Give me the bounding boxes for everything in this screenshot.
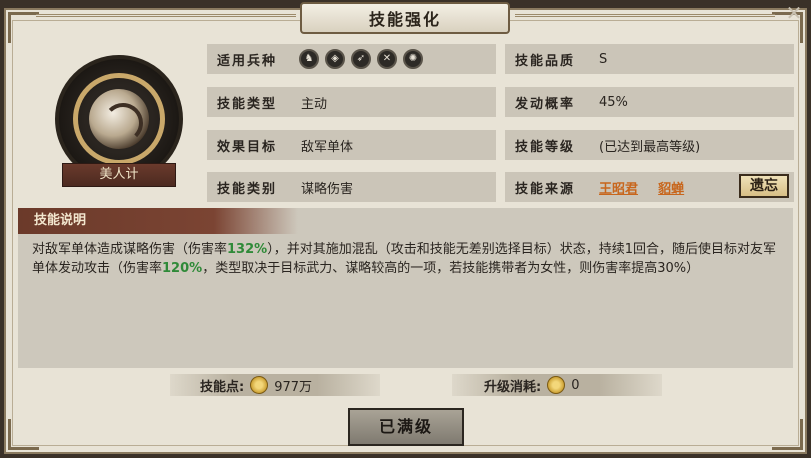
forget-button[interactable]: 遗忘 (739, 174, 789, 198)
skill-category-label: 技能类别 (217, 181, 278, 197)
skill-level-row: 技能等级 (已达到最高等级) (505, 130, 794, 160)
upgrade-cost-bar: 升级消耗: 0 (452, 374, 662, 396)
swirl-icon (103, 103, 143, 143)
trigger-rate-value: 45% (599, 94, 628, 110)
coin-icon (547, 376, 566, 394)
troop-type-label: 适用兵种 (217, 53, 278, 69)
coin-icon (250, 376, 269, 394)
skill-points-bar: 技能点: 977万 (170, 374, 380, 396)
corner-ornament (8, 12, 39, 43)
max-level-button[interactable]: 已满级 (348, 408, 464, 446)
close-icon[interactable]: ✕ (783, 2, 805, 24)
skill-quality-label: 技能品质 (515, 53, 576, 69)
upgrade-cost-value: 0 (571, 377, 580, 393)
troop-type-row: 适用兵种 ♞ ◈ ➶ ✕ ✺ (207, 44, 496, 74)
skill-level-value: (已达到最高等级) (599, 139, 701, 155)
trigger-rate-row: 发动概率 45% (505, 87, 794, 117)
description-title: 技能说明 (18, 208, 298, 234)
effect-target-label: 效果目标 (217, 139, 278, 155)
skill-level-label: 技能等级 (515, 139, 576, 155)
skill-name: 美人计 (62, 163, 176, 187)
damage-rate-highlight: 132% (227, 242, 268, 257)
source-link-diaochan[interactable]: 貂蝉 (658, 182, 684, 197)
skill-description-panel: 技能说明 对敌军单体造成谋略伤害（伤害率132%），并对其施加混乱（攻击和技能无… (18, 208, 793, 368)
description-part: ，类型取决于目标武力、谋略较高的一项，若技能携带者为女性，则伤害率提高30%） (202, 261, 700, 276)
description-part: 对敌军单体造成谋略伤害（伤害率 (32, 242, 228, 257)
corner-ornament (772, 419, 803, 450)
effect-target-value: 敌军单体 (301, 139, 354, 155)
bow-icon: ➶ (351, 49, 371, 69)
skill-type-label: 技能类型 (217, 96, 278, 112)
skill-type-row: 技能类型 主动 (207, 87, 496, 117)
siege-icon: ✺ (403, 49, 423, 69)
skill-source-label: 技能来源 (515, 181, 576, 197)
skill-category-value: 谋略伤害 (301, 181, 354, 197)
skill-type-value: 主动 (301, 96, 328, 112)
title-ornament-right (515, 14, 775, 31)
spear-icon: ✕ (377, 49, 397, 69)
troop-icons: ♞ ◈ ➶ ✕ ✺ (295, 49, 423, 69)
shield-icon: ◈ (325, 49, 345, 69)
skill-quality-row: 技能品质 S (505, 44, 794, 74)
description-text: 对敌军单体造成谋略伤害（伤害率132%），并对其施加混乱（攻击和技能无差别选择目… (32, 240, 784, 278)
skill-source-row: 技能来源 王昭君 貂蝉 遗忘 (505, 172, 794, 202)
source-link-wangzhaojun[interactable]: 王昭君 (599, 182, 638, 197)
skill-points-value: 977万 (274, 379, 313, 395)
corner-ornament (8, 419, 39, 450)
upgrade-cost-label: 升级消耗: (484, 379, 542, 395)
skill-points-label: 技能点: (200, 379, 245, 395)
trigger-rate-label: 发动概率 (515, 96, 576, 112)
skill-quality-value: S (599, 51, 608, 67)
damage-rate-highlight: 120% (162, 261, 203, 276)
skill-category-row: 技能类别 谋略伤害 (207, 172, 496, 202)
title-ornament-left (36, 14, 296, 31)
effect-target-row: 效果目标 敌军单体 (207, 130, 496, 160)
cavalry-icon: ♞ (299, 49, 319, 69)
panel-title: 技能强化 (300, 2, 510, 34)
